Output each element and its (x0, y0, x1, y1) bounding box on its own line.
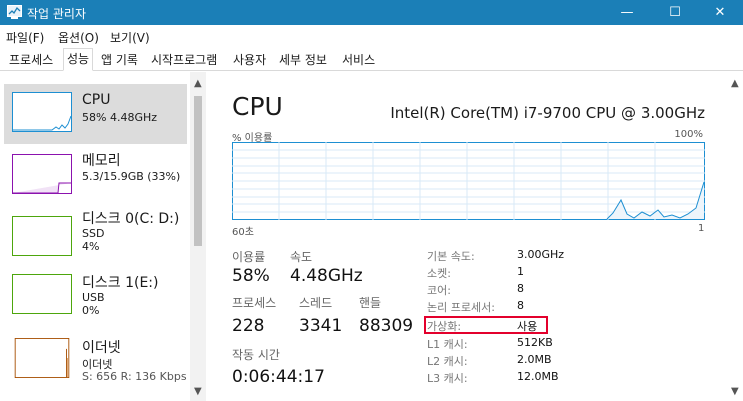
sidebar-item-title: 메모리 (82, 153, 121, 169)
uptime-label: 작동 시간 (232, 348, 280, 362)
sidebar-item-cpu[interactable]: CPU 58% 4.48GHz (4, 84, 187, 144)
uptime-value: 0:06:44:17 (232, 367, 325, 387)
sidebar-item-sub: USB (82, 291, 105, 304)
minimize-button[interactable]: — (604, 0, 650, 25)
virtualization-highlight-box (424, 316, 548, 334)
cpu-model-name: Intel(R) Core(TM) i7-9700 CPU @ 3.00GHz (390, 104, 705, 122)
scrollbar-thumb[interactable] (194, 96, 202, 246)
sidebar-scrollbar[interactable]: ▲ ▼ (190, 72, 206, 401)
tab-details[interactable]: 세부 정보 (275, 49, 331, 70)
speed-label: 속도 (290, 250, 313, 264)
info-value-cores: 8 (517, 282, 524, 295)
maximize-button[interactable]: ☐ (652, 0, 698, 25)
sidebar-item-title: 이더넷 (82, 340, 121, 356)
sidebar-item-sub: 4% (82, 240, 100, 253)
info-label-cores: 코어: (427, 284, 451, 297)
info-label-base-speed: 기본 속도: (427, 250, 475, 263)
scroll-up-icon[interactable]: ▲ (194, 78, 202, 89)
scroll-down-icon[interactable]: ▼ (731, 386, 739, 397)
sidebar-item-sub: SSD (82, 227, 105, 240)
tab-users[interactable]: 사용자 (229, 49, 270, 70)
ethernet-thumbnail-graph (12, 338, 72, 378)
graph-time-label: 60초 (232, 227, 254, 238)
info-value-l3-cache: 12.0MB (517, 370, 559, 383)
cpu-thumbnail-graph (12, 92, 72, 132)
task-manager-icon (7, 5, 22, 19)
sidebar-item-sub: 5.3/15.9GB (33%) (82, 170, 181, 183)
close-button[interactable]: ✕ (697, 0, 743, 25)
sidebar-item-disk0[interactable]: 디스크 0(C: D:) SSD 4% (4, 206, 187, 266)
threads-value: 3341 (299, 316, 343, 336)
scroll-up-icon[interactable]: ▲ (731, 78, 739, 89)
resource-list: CPU 58% 4.48GHz 메모리 5.3/15.9GB (33%) 디스크… (0, 72, 205, 401)
info-label-l3-cache: L3 캐시: (427, 372, 468, 385)
window-title: 작업 관리자 (27, 7, 87, 21)
sidebar-item-memory[interactable]: 메모리 5.3/15.9GB (33%) (4, 146, 187, 206)
memory-thumbnail-graph (12, 154, 72, 194)
utilization-label: 이용률 (232, 250, 266, 264)
menu-view[interactable]: 보기(V) (110, 29, 150, 46)
disk1-thumbnail-graph (12, 274, 72, 314)
utilization-value: 58% (232, 266, 270, 286)
info-label-logical-processors: 논리 프로세서: (427, 301, 495, 314)
tab-services[interactable]: 서비스 (338, 49, 379, 70)
tab-startup[interactable]: 시작프로그램 (147, 49, 221, 70)
sidebar-item-sub: S: 656 R: 136 Kbps (82, 370, 187, 383)
tab-performance[interactable]: 성능 (63, 48, 94, 71)
info-label-sockets: 소켓: (427, 267, 451, 280)
sidebar-item-title: CPU (82, 92, 111, 108)
info-value-sockets: 1 (517, 265, 524, 278)
info-label-l2-cache: L2 캐시: (427, 355, 468, 368)
scroll-down-icon[interactable]: ▼ (194, 386, 202, 397)
menu-bar: 파일(F) 옵션(O) 보기(V) (0, 25, 743, 47)
processes-value: 228 (232, 316, 265, 336)
cpu-usage-graph (232, 142, 705, 220)
tab-strip: 프로세스 성능 앱 기록 시작프로그램 사용자 세부 정보 서비스 (0, 47, 743, 71)
menu-file[interactable]: 파일(F) (6, 29, 44, 46)
sidebar-item-title: 디스크 0(C: D:) (82, 211, 180, 227)
disk0-thumbnail-graph (12, 216, 72, 256)
handles-label: 핸들 (359, 296, 382, 310)
info-value-base-speed: 3.00GHz (517, 248, 565, 261)
graph-label-max: 100% (674, 129, 703, 140)
sidebar-item-ethernet[interactable]: 이더넷 이더넷 S: 656 R: 136 Kbps (4, 332, 187, 392)
sidebar-item-sub: 0% (82, 304, 100, 317)
tab-processes[interactable]: 프로세스 (5, 49, 57, 70)
handles-value: 88309 (359, 316, 414, 336)
menu-options[interactable]: 옵션(O) (58, 29, 99, 46)
threads-label: 스레드 (299, 296, 333, 310)
info-value-logical-processors: 8 (517, 299, 524, 312)
performance-detail-panel: CPU Intel(R) Core(TM) i7-9700 CPU @ 3.00… (207, 72, 743, 401)
detail-scrollbar[interactable]: ▲ ▼ (727, 72, 743, 401)
tab-app-history[interactable]: 앱 기록 (97, 49, 142, 70)
info-value-l1-cache: 512KB (517, 336, 553, 349)
info-value-l2-cache: 2.0MB (517, 353, 552, 366)
sidebar-item-disk1[interactable]: 디스크 1(E:) USB 0% (4, 268, 187, 328)
processes-label: 프로세스 (232, 296, 277, 310)
graph-min-label: 1 (698, 223, 705, 234)
page-title: CPU (232, 92, 283, 121)
sidebar-item-title: 디스크 1(E:) (82, 275, 159, 291)
title-bar: 작업 관리자 — ☐ ✕ (0, 0, 743, 25)
speed-value: 4.48GHz (290, 266, 363, 286)
info-label-l1-cache: L1 캐시: (427, 338, 468, 351)
sidebar-item-sub: 58% 4.48GHz (82, 111, 158, 124)
